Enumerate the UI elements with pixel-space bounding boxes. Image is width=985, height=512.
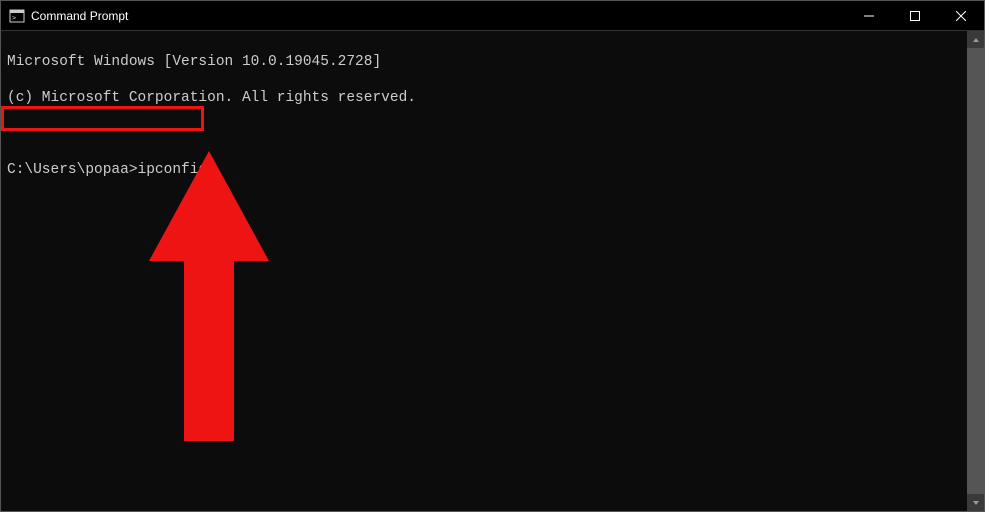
command-prompt-window: >_ Command Prompt Microsoft Windows [Ver… (0, 0, 985, 512)
typed-command: ipconfig (138, 162, 208, 178)
close-button[interactable] (938, 1, 984, 30)
prompt-line: C:\Users\popaa>ipconfig (7, 161, 215, 179)
scroll-up-button[interactable] (967, 31, 984, 48)
scroll-down-button[interactable] (967, 494, 984, 511)
text-cursor (207, 170, 215, 172)
maximize-button[interactable] (892, 1, 938, 30)
svg-text:>_: >_ (12, 14, 21, 22)
annotation-arrow-icon (79, 133, 269, 465)
copyright-line: (c) Microsoft Corporation. All rights re… (7, 89, 961, 107)
vertical-scrollbar[interactable] (967, 31, 984, 511)
prompt-path: C:\Users\popaa> (7, 162, 138, 178)
window-controls (846, 1, 984, 30)
window-title: Command Prompt (31, 9, 128, 23)
scrollbar-track[interactable] (967, 48, 984, 494)
cmd-icon: >_ (9, 8, 25, 24)
blank-line (7, 125, 961, 143)
version-line: Microsoft Windows [Version 10.0.19045.27… (7, 53, 961, 71)
scrollbar-thumb[interactable] (967, 48, 984, 494)
minimize-button[interactable] (846, 1, 892, 30)
terminal-output[interactable]: Microsoft Windows [Version 10.0.19045.27… (1, 31, 967, 511)
content-area: Microsoft Windows [Version 10.0.19045.27… (1, 31, 984, 511)
titlebar[interactable]: >_ Command Prompt (1, 1, 984, 31)
